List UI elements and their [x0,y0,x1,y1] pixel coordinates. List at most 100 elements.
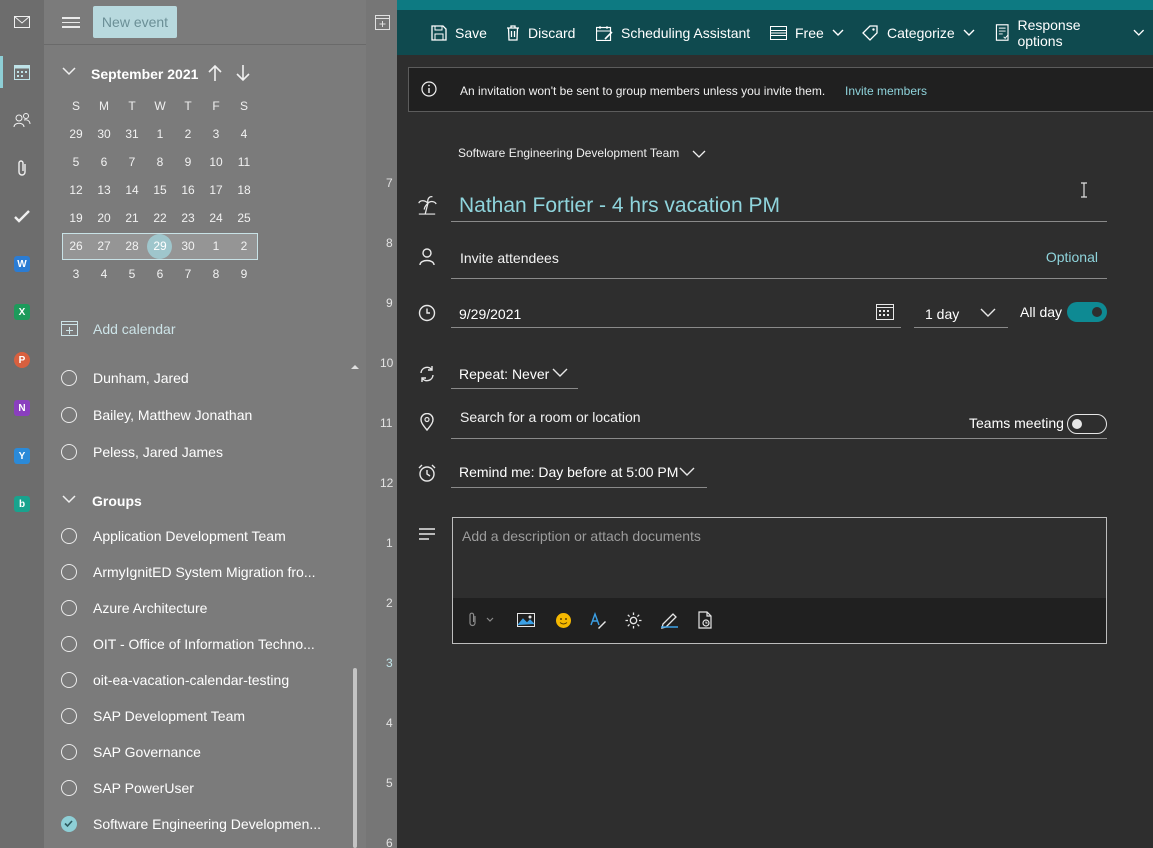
attach-icon[interactable] [467,610,497,630]
arrow-down-icon[interactable] [235,64,251,82]
calendar-day[interactable]: 30 [174,234,202,258]
repeat-dropdown[interactable]: Repeat: Never [451,360,578,389]
calendar-toggle-radio[interactable] [61,370,77,386]
loop-icon[interactable] [694,610,716,630]
calendar-toggle-radio[interactable] [61,636,77,652]
calendar-toggle-radio[interactable] [61,407,77,423]
folder-pane-scrollbar[interactable] [353,668,357,848]
calendar-item-dunham[interactable]: Dunham, Jared [60,367,350,389]
calendar-day[interactable]: 11 [230,150,258,174]
group-calendar-item[interactable]: SAP PowerUser [60,777,350,799]
emoji-icon[interactable] [552,610,574,630]
calendar-day[interactable]: 15 [146,178,174,202]
duration-dropdown[interactable]: 1 day [914,298,1008,328]
calendar-toggle-radio[interactable] [61,780,77,796]
calendar-day[interactable]: 1 [146,122,174,146]
calendar-day[interactable]: 9 [230,262,258,286]
calendar-day[interactable]: 6 [146,262,174,286]
group-calendar-item[interactable]: SAP Development Team [60,705,350,727]
group-calendar-item[interactable]: Software Engineering Developmen... [60,813,350,835]
event-title-input[interactable] [451,190,1107,222]
new-event-button[interactable]: New event [93,6,177,38]
calendar-day[interactable]: 5 [118,262,146,286]
group-calendar-item[interactable]: oit-ea-vacation-calendar-testing [60,669,350,691]
collapse-calendar-chevron-icon[interactable] [62,66,76,76]
calendar-day[interactable]: 23 [174,206,202,230]
calendar-toggle-radio[interactable] [61,444,77,460]
bookings-icon[interactable]: b [0,492,44,516]
arrow-up-icon[interactable] [207,64,223,82]
calendar-day[interactable]: 22 [146,206,174,230]
calendar-day[interactable]: 3 [202,122,230,146]
chevron-down-icon[interactable] [692,150,706,159]
month-label[interactable]: September 2021 [91,66,198,82]
calendar-day[interactable]: 31 [118,122,146,146]
calendar-item-bailey[interactable]: Bailey, Matthew Jonathan [60,404,350,426]
people-icon[interactable] [0,108,44,132]
powerpoint-icon[interactable]: P [0,348,44,372]
group-calendar-item[interactable]: ArmyIgnitED System Migration fro... [60,561,350,583]
response-options-dropdown[interactable]: Response options [995,10,1153,55]
calendar-day[interactable]: 4 [230,122,258,146]
calendar-day[interactable]: 17 [202,178,230,202]
show-as-dropdown[interactable]: Free [770,10,852,55]
calendar-toggle-radio[interactable] [61,564,77,580]
description-editor[interactable]: Add a description or attach documents [452,517,1107,644]
calendar-day[interactable]: 19 [62,206,90,230]
group-calendar-item[interactable]: Application Development Team [60,525,350,547]
date-picker-icon[interactable] [876,303,894,320]
discard-button[interactable]: Discard [506,10,575,55]
calendar-day[interactable]: 10 [202,150,230,174]
files-icon[interactable] [0,156,44,180]
word-icon[interactable]: W [0,252,44,276]
all-day-toggle[interactable] [1067,302,1107,322]
calendar-view-icon[interactable] [375,15,390,30]
calendar-day[interactable]: 16 [174,178,202,202]
calendar-toggle-radio[interactable] [61,672,77,688]
reminder-dropdown[interactable]: Remind me: Day before at 5:00 PM [451,458,707,488]
calendar-day[interactable]: 26 [62,234,90,258]
calendar-day[interactable]: 6 [90,150,118,174]
calendar-day[interactable]: 1 [202,234,230,258]
calendar-day[interactable]: 30 [90,122,118,146]
calendar-toggle-radio[interactable] [61,528,77,544]
calendar-day[interactable]: 14 [118,178,146,202]
draw-icon[interactable] [658,610,680,630]
calendar-day[interactable]: 9 [174,150,202,174]
teams-meeting-toggle[interactable] [1067,414,1107,434]
calendar-day[interactable]: 8 [146,150,174,174]
start-date-field[interactable]: 9/29/2021 [451,298,901,328]
event-type-vacation-icon[interactable] [417,195,437,215]
format-text-icon[interactable] [587,610,609,630]
calendar-toggle-radio[interactable] [61,816,77,832]
todo-icon[interactable] [0,204,44,228]
calendar-day[interactable]: 24 [202,206,230,230]
save-button[interactable]: Save [431,10,487,55]
calendar-day[interactable]: 2 [230,234,258,258]
calendar-group-selector[interactable]: Software Engineering Development Team [458,146,679,164]
calendar-day[interactable]: 25 [230,206,258,230]
calendar-toggle-radio[interactable] [61,708,77,724]
image-icon[interactable] [515,610,537,630]
calendar-day[interactable]: 20 [90,206,118,230]
calendar-day[interactable]: 27 [90,234,118,258]
invite-attendees-field[interactable]: Invite attendees Optional [451,240,1107,279]
calendar-day[interactable]: 5 [62,150,90,174]
yammer-icon[interactable]: Y [0,444,44,468]
onenote-icon[interactable]: N [0,396,44,420]
scheduling-assistant-button[interactable]: Scheduling Assistant [596,10,750,55]
calendar-item-peless[interactable]: Peless, Jared James [60,441,350,463]
calendar-day[interactable]: 3 [62,262,90,286]
group-calendar-item[interactable]: Azure Architecture [60,597,350,619]
optional-attendees-button[interactable]: Optional [1046,249,1098,265]
calendar-day[interactable]: 21 [118,206,146,230]
calendar-toggle-radio[interactable] [61,600,77,616]
calendar-day[interactable]: 12 [62,178,90,202]
scroll-up-arrow-icon[interactable] [350,362,360,372]
calendar-day[interactable]: 18 [230,178,258,202]
calendar-day[interactable]: 29 [146,234,174,258]
calendar-toggle-radio[interactable] [61,744,77,760]
groups-header[interactable]: Groups [60,489,260,511]
mail-icon[interactable] [0,10,44,34]
excel-icon[interactable]: X [0,300,44,324]
